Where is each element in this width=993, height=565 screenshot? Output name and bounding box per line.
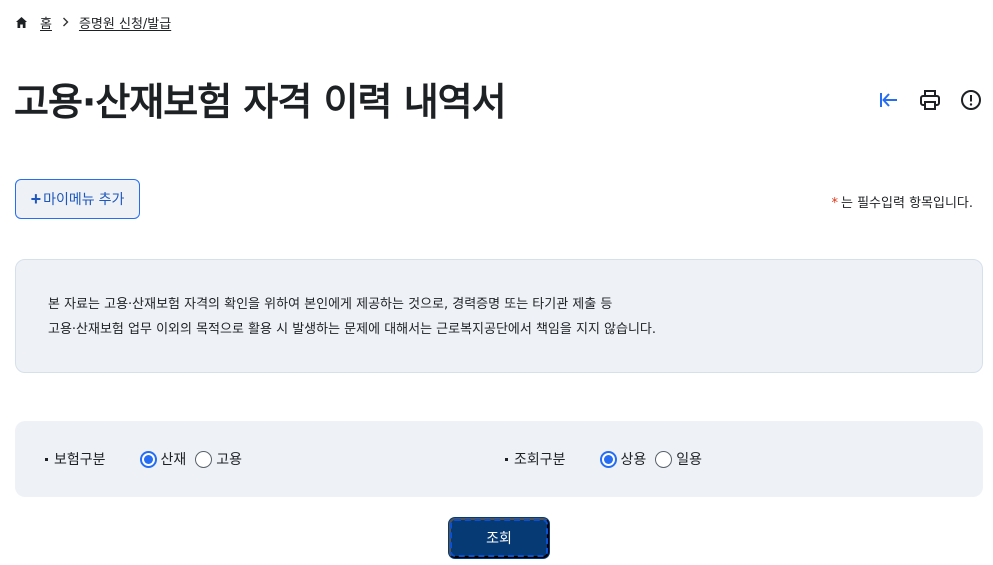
search-button[interactable]: 조회: [449, 518, 549, 558]
print-icon[interactable]: [918, 88, 942, 112]
breadcrumb-current-link[interactable]: 증명원 신청/발급: [79, 13, 171, 32]
add-mymenu-button[interactable]: + 마이메뉴 추가: [15, 179, 140, 219]
radio-goyong[interactable]: 고용: [195, 449, 242, 469]
radio-ilyong[interactable]: 일용: [655, 449, 702, 469]
radio-ilyong-label: 일용: [676, 452, 703, 468]
breadcrumb: 홈 증명원 신청/발급: [15, 13, 171, 32]
required-note-text: 는 필수입력 항목입니다.: [841, 196, 973, 211]
notice-line-2: 고용·산재보험 업무 이외의 목적으로 활용 시 발생하는 문제에 대해서는 근…: [48, 322, 657, 337]
add-mymenu-label: 마이메뉴 추가: [43, 191, 125, 207]
insurance-type-label: 보험구분: [54, 452, 106, 468]
radio-circle[interactable]: [139, 450, 157, 468]
home-icon: [15, 16, 28, 29]
bullet-icon: [505, 457, 508, 461]
chevron-right-icon: [62, 16, 69, 30]
info-icon[interactable]: [959, 88, 983, 112]
radio-sangyong-label: 상용: [620, 452, 647, 468]
inquiry-type-label: 조회구분: [514, 452, 566, 468]
collapse-left-icon[interactable]: [877, 88, 901, 112]
notice-line-1: 본 자료는 고용·산재보험 자격의 확인을 위하여 본인에게 제공하는 것으로,…: [48, 297, 613, 312]
radio-circle[interactable]: [599, 450, 617, 468]
filter-panel: 보험구분 산재 고용 조회구분 상용 일용: [15, 421, 983, 497]
radio-sanjae-label: 산재: [160, 452, 187, 468]
plus-icon: +: [30, 189, 42, 209]
breadcrumb-home-link[interactable]: 홈: [40, 13, 52, 32]
required-note: * 는 필수입력 항목입니다.: [832, 192, 974, 211]
title-toolbar: [877, 88, 983, 112]
radio-circle[interactable]: [655, 450, 673, 468]
required-star: *: [831, 196, 839, 211]
insurance-type-group: 보험구분 산재 고용: [45, 449, 251, 469]
radio-circle[interactable]: [195, 450, 213, 468]
radio-sanjae[interactable]: 산재: [139, 449, 187, 469]
inquiry-type-group: 조회구분 상용 일용: [505, 449, 711, 469]
notice-box: 본 자료는 고용·산재보험 자격의 확인을 위하여 본인에게 제공하는 것으로,…: [15, 259, 983, 373]
page-title: 고용·산재보험 자격 이력 내역서: [14, 80, 507, 124]
bullet-icon: [45, 457, 48, 461]
radio-goyong-label: 고용: [216, 452, 243, 468]
radio-sangyong[interactable]: 상용: [599, 449, 647, 469]
